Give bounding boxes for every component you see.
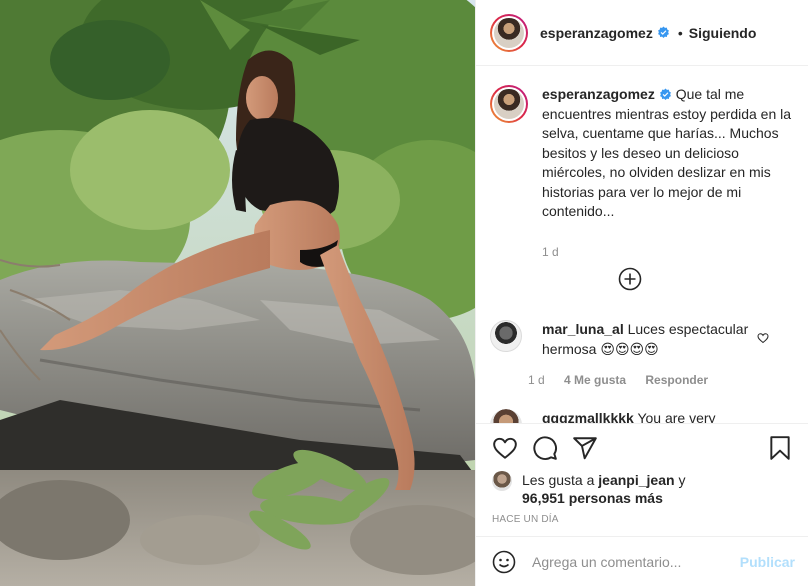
verified-badge-icon [657, 26, 669, 39]
following-button[interactable]: Siguiendo [689, 25, 757, 41]
comment-time[interactable]: 1 d [528, 373, 545, 387]
comment-meta: 1 d 4 Me gusta Responder [528, 373, 708, 387]
likes-prefix: Les gusta a [522, 472, 595, 488]
commenter-avatar[interactable] [490, 320, 522, 352]
smiley-icon[interactable] [492, 550, 516, 574]
comment-item: mar_luna_al Luces espectacular hermosa 😍… [490, 320, 795, 359]
publish-button[interactable]: Publicar [740, 554, 795, 570]
author-avatar[interactable] [490, 13, 528, 52]
comment-input[interactable] [532, 553, 742, 570]
comment-composer: Publicar [476, 536, 808, 586]
comment-icon[interactable] [532, 435, 558, 461]
heart-icon[interactable] [492, 435, 518, 461]
author-username[interactable]: esperanzagomez [540, 25, 653, 41]
post-date[interactable]: Hace un día [492, 514, 559, 525]
caption-author-avatar[interactable] [490, 85, 528, 123]
liker-avatar[interactable] [492, 471, 512, 491]
caption-username[interactable]: esperanzagomez [542, 86, 655, 102]
commenter-username[interactable]: gggzmallkkkk [542, 410, 634, 423]
caption-time[interactable]: 1 d [542, 245, 559, 259]
post-caption: esperanzagomez Que tal me encuentres mie… [490, 85, 795, 259]
liker-username[interactable]: jeanpi_jean [598, 472, 674, 488]
post-photo-illustration [0, 0, 475, 586]
caption-text: Que tal me encuentres mientras estoy per… [542, 86, 792, 219]
comment-item: gggzmallkkkk You are very [490, 409, 795, 423]
header-separator: • [677, 24, 683, 41]
instagram-post: esperanzagomez • Siguiendo esperanzagome… [0, 0, 808, 586]
comment-like-heart-icon[interactable] [757, 332, 769, 344]
plus-circle-icon[interactable] [618, 267, 642, 291]
bookmark-icon[interactable] [767, 435, 793, 461]
comment-text: You are very [637, 410, 716, 423]
likes-summary: Les gusta a jeanpi_jean y 96,951 persona… [492, 471, 685, 507]
likes-count[interactable]: 96,951 personas más [522, 490, 663, 506]
comments-list[interactable]: esperanzagomez Que tal me encuentres mie… [476, 67, 808, 423]
post-photo[interactable] [0, 0, 475, 586]
commenter-username[interactable]: mar_luna_al [542, 321, 624, 337]
post-header: esperanzagomez • Siguiendo [476, 0, 808, 66]
reply-button[interactable]: Responder [645, 373, 708, 387]
share-icon[interactable] [572, 435, 598, 461]
comment-likes[interactable]: 4 Me gusta [564, 373, 626, 387]
post-side-panel: esperanzagomez • Siguiendo esperanzagome… [475, 0, 808, 586]
post-actions: Les gusta a jeanpi_jean y 96,951 persona… [476, 423, 808, 535]
commenter-avatar[interactable] [490, 409, 522, 423]
likes-connector: y [678, 472, 686, 488]
verified-badge-icon [659, 88, 671, 101]
